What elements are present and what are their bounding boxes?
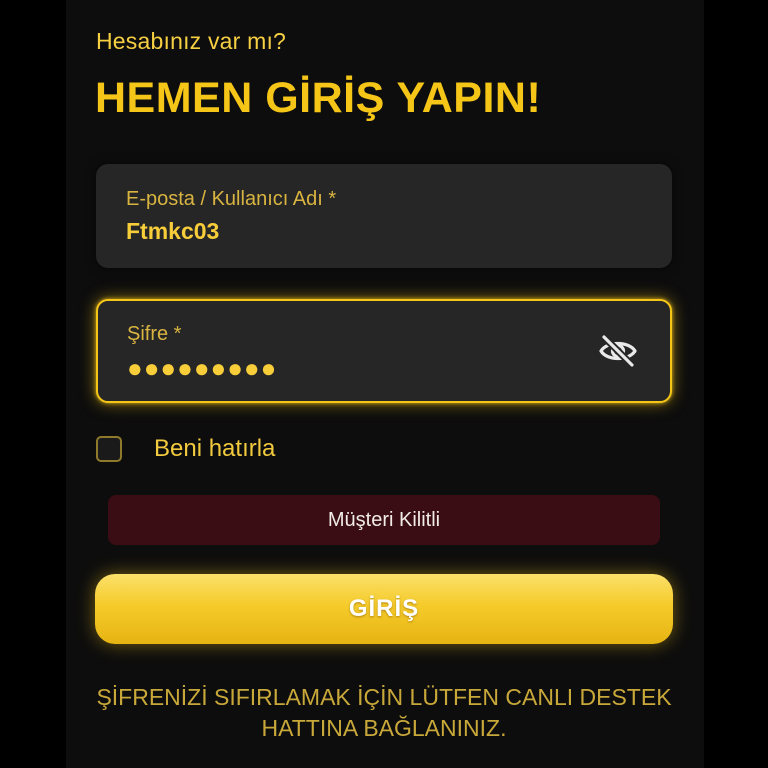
email-field-value[interactable]: Ftmkc03 bbox=[126, 218, 219, 245]
login-button[interactable]: GİRİŞ bbox=[95, 574, 673, 644]
show-password-button[interactable] bbox=[596, 331, 640, 371]
remember-me[interactable]: Beni hatırla bbox=[96, 432, 275, 466]
password-reset-notice: ŞİFRENİZİ SIFIRLAMAK İÇİN LÜTFEN CANLI D… bbox=[96, 684, 672, 741]
eye-slash-icon bbox=[599, 333, 637, 369]
remember-me-checkbox[interactable] bbox=[96, 436, 122, 462]
password-field[interactable]: Şifre * ●●●●●●●●● bbox=[96, 299, 672, 403]
email-field[interactable]: E-posta / Kullanıcı Adı * Ftmkc03 bbox=[96, 164, 672, 268]
login-subtitle: Hesabınız var mı? bbox=[96, 28, 287, 54]
error-message: Müşteri Kilitli bbox=[108, 495, 660, 545]
email-field-label: E-posta / Kullanıcı Adı * bbox=[126, 188, 337, 210]
login-title: HEMEN GİRİŞ YAPIN! bbox=[95, 74, 542, 122]
login-screen: Hesabınız var mı? HEMEN GİRİŞ YAPIN! E-p… bbox=[0, 0, 768, 768]
password-field-value[interactable]: ●●●●●●●●● bbox=[127, 353, 277, 384]
remember-me-label[interactable]: Beni hatırla bbox=[154, 435, 275, 463]
password-field-label: Şifre * bbox=[127, 323, 182, 345]
